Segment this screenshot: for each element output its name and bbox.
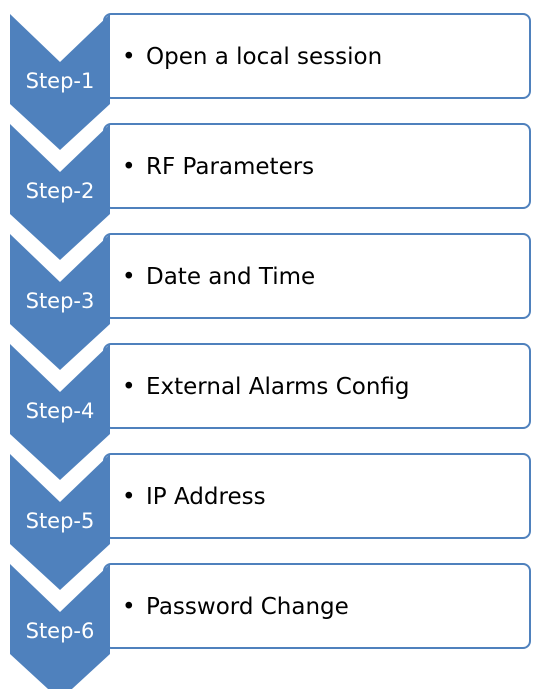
step-description: Password Change — [146, 594, 349, 620]
bullet-icon: • — [122, 44, 136, 70]
step-label: Step-3 — [26, 289, 95, 313]
step-description: External Alarms Config — [146, 374, 410, 400]
bullet-icon: • — [122, 484, 136, 510]
bullet-icon: • — [122, 594, 136, 620]
step-description: IP Address — [146, 484, 266, 510]
step-label: Step-1 — [26, 69, 95, 93]
step-label: Step-6 — [26, 619, 95, 643]
step-description: RF Parameters — [146, 154, 314, 180]
process-step: Step-6 • Password Change — [10, 563, 531, 689]
step-label: Step-2 — [26, 179, 95, 203]
process-diagram: Step-1 • Open a local session Step-2 • RF Par… — [10, 13, 531, 689]
bullet-icon: • — [122, 264, 136, 290]
bullet-icon: • — [122, 374, 136, 400]
step-description: Date and Time — [146, 264, 315, 290]
step-description: Open a local session — [146, 44, 382, 70]
step-label: Step-5 — [26, 509, 95, 533]
bullet-icon: • — [122, 154, 136, 180]
step-label: Step-4 — [26, 399, 95, 423]
